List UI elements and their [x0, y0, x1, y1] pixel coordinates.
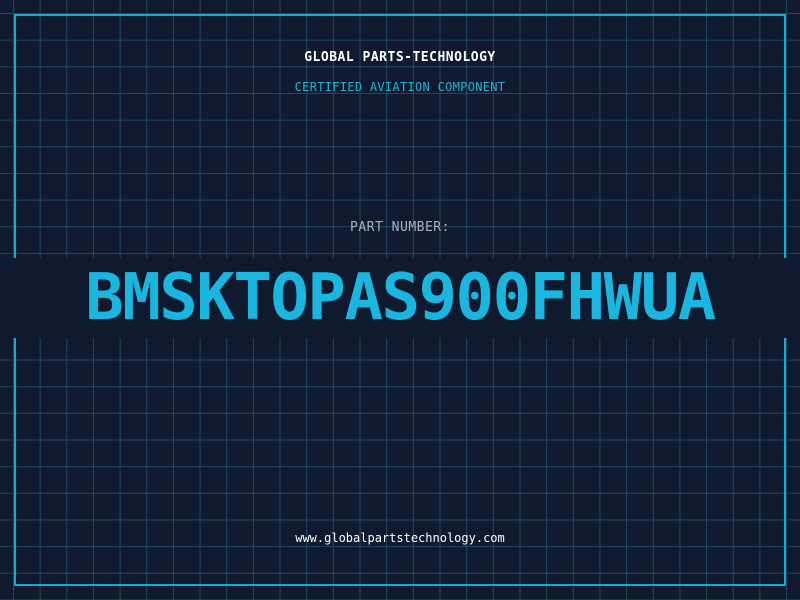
website-url: www.globalpartstechnology.com [295, 531, 505, 545]
label-card: GLOBAL PARTS-TECHNOLOGY CERTIFIED AVIATI… [0, 0, 800, 600]
part-number-value: BMSKTOPAS900FHWUA [0, 258, 800, 338]
part-number-label: PART NUMBER: [350, 220, 450, 235]
certification-subtitle: CERTIFIED AVIATION COMPONENT [294, 80, 506, 94]
company-name: GLOBAL PARTS-TECHNOLOGY [304, 50, 496, 65]
